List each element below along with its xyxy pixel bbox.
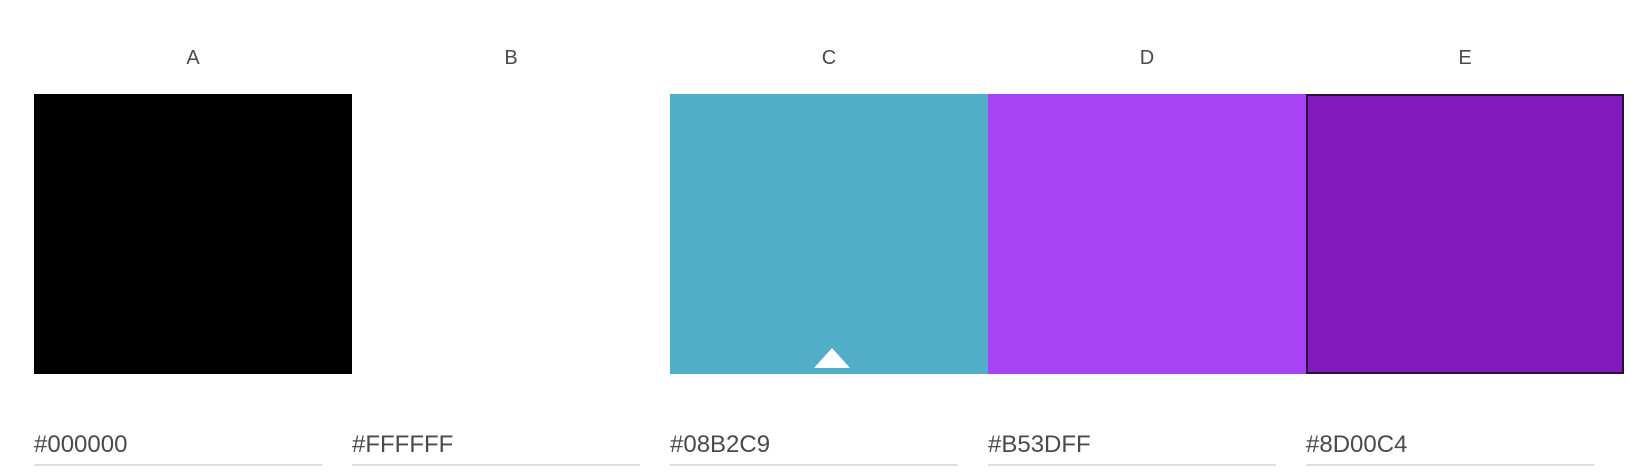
color-swatch-d[interactable] [988,94,1306,374]
hex-input-b[interactable] [352,426,640,466]
swatch-label-b: B [504,47,518,69]
swatch-column-c: C [670,0,988,476]
hex-input-e[interactable] [1306,426,1594,466]
swatch-label-e: E [1458,47,1472,69]
color-swatch-e[interactable] [1306,94,1624,374]
hex-input-d[interactable] [988,426,1276,466]
color-swatch-a[interactable] [34,94,352,374]
swatch-column-d: D [988,0,1306,476]
swatch-column-e: E [1306,0,1624,476]
swatch-label-c: C [821,47,837,69]
swatch-label-a: A [186,47,200,69]
hex-input-c[interactable] [670,426,958,466]
swatch-column-b: B [352,0,670,476]
swatch-label-d: D [1139,47,1155,69]
swatch-column-a: A [34,0,352,476]
color-swatch-c[interactable] [670,94,988,374]
color-palette: A B C D E [34,0,1626,476]
hex-input-a[interactable] [34,426,322,466]
triangle-up-icon [814,348,850,368]
color-swatch-b[interactable] [352,94,670,374]
